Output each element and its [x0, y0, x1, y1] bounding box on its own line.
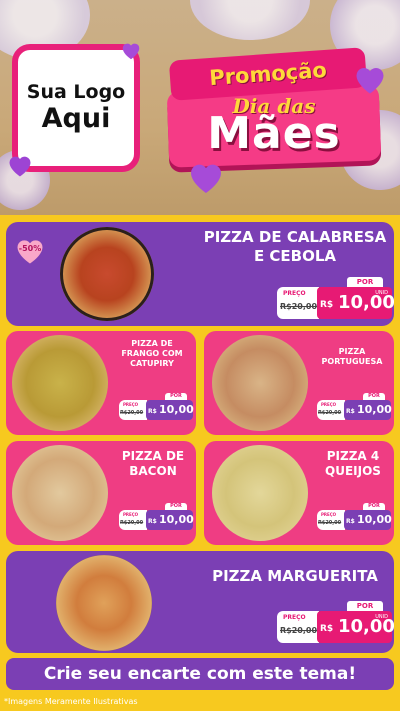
product-name: PIZZA DE CALABRESA E CEBOLA: [203, 228, 387, 265]
banner-title: Promoção: [208, 57, 328, 91]
old-price: R$20,00: [120, 520, 144, 526]
price-block: POR PREÇO R$20,00 R$ 10,00 UNID: [277, 277, 394, 321]
product-name: PIZZA MARGUERITA: [212, 567, 378, 585]
old-price-box: PREÇO R$20,00: [317, 510, 345, 530]
footnote: *Imagens Meramente Ilustrativas: [4, 697, 138, 706]
discount-label: -50%: [18, 244, 42, 253]
old-price-box: PREÇO R$20,00: [119, 510, 147, 530]
product-card[interactable]: PIZZA PORTUGUESA POR PREÇO R$20,00 R$ 10…: [204, 331, 394, 435]
pizza-image: [212, 445, 308, 541]
old-price-label: PREÇO: [321, 402, 337, 407]
old-price: R$20,00: [318, 410, 342, 416]
heart-icon: [9, 156, 31, 177]
por-label: POR: [165, 393, 187, 400]
unit-label: UNID: [375, 290, 388, 296]
por-label: POR: [363, 503, 385, 510]
old-price-label: PREÇO: [283, 614, 306, 621]
heart-icon: [122, 43, 140, 60]
currency: R$: [320, 300, 334, 310]
product-name: PIZZA PORTUGUESA: [321, 347, 383, 366]
old-price-box: PREÇO R$20,00: [119, 400, 147, 420]
new-price: 10,00: [159, 403, 194, 416]
old-price-label: PREÇO: [123, 512, 139, 517]
new-price-box: R$ 10,00: [344, 510, 392, 530]
heart-icon: [356, 68, 384, 94]
price-block: POR PREÇO R$20,00 R$ 10,00: [317, 503, 392, 531]
new-price: 10,00: [159, 513, 194, 526]
currency: R$: [346, 518, 355, 525]
logo-line1: Sua Logo: [26, 80, 126, 103]
product-name: PIZZA 4 QUEIJOS: [325, 449, 381, 478]
cta-text: Crie seu encarte com este tema!: [43, 664, 357, 684]
header: Sua Logo Aqui Promoção Dia das Mães: [0, 0, 400, 215]
new-price-box: R$ 10,00 UNID: [317, 611, 394, 643]
flower-decoration: [190, 0, 310, 40]
product-card[interactable]: -50% PIZZA DE CALABRESA E CEBOLA POR PRE…: [6, 222, 394, 326]
por-label: POR: [347, 277, 383, 287]
new-price-box: R$ 10,00 UNID: [317, 287, 394, 319]
banner-main: Mães: [207, 108, 341, 159]
old-price-box: PREÇO R$20,00: [277, 287, 319, 319]
por-label: POR: [165, 503, 187, 510]
old-price: R$20,00: [120, 410, 144, 416]
old-price-box: PREÇO R$20,00: [277, 611, 319, 643]
pizza-image: [12, 335, 108, 431]
product-card[interactable]: PIZZA 4 QUEIJOS POR PREÇO R$20,00 R$ 10,…: [204, 441, 394, 545]
price-block: POR PREÇO R$20,00 R$ 10,00 UNID: [277, 601, 394, 645]
por-label: POR: [347, 601, 383, 611]
currency: R$: [148, 408, 157, 415]
cta-banner[interactable]: Crie seu encarte com este tema!: [6, 658, 394, 690]
price-block: POR PREÇO R$20,00 R$ 10,00: [119, 503, 194, 531]
currency: R$: [148, 518, 157, 525]
old-price-label: PREÇO: [123, 402, 139, 407]
new-price-box: R$ 10,00: [146, 400, 194, 420]
product-card[interactable]: PIZZA DE FRANGO COM CATUPIRY POR PREÇO R…: [6, 331, 196, 435]
price-block: POR PREÇO R$20,00 R$ 10,00: [317, 393, 392, 421]
product-name: PIZZA DE FRANGO COM CATUPIRY: [121, 339, 183, 368]
product-card[interactable]: PIZZA DE BACON POR PREÇO R$20,00 R$ 10,0…: [6, 441, 196, 545]
new-price: 10,00: [357, 513, 392, 526]
price-block: POR PREÇO R$20,00 R$ 10,00: [119, 393, 194, 421]
new-price-box: R$ 10,00: [146, 510, 194, 530]
new-price: 10,00: [357, 403, 392, 416]
pizza-image: [12, 445, 108, 541]
pizza-image: [212, 335, 308, 431]
currency: R$: [346, 408, 355, 415]
heart-icon: [191, 164, 221, 193]
old-price: R$20,00: [280, 626, 318, 635]
por-label: POR: [363, 393, 385, 400]
old-price-label: PREÇO: [321, 512, 337, 517]
pizza-image: [60, 227, 154, 321]
new-price-box: R$ 10,00: [344, 400, 392, 420]
product-card[interactable]: PIZZA MARGUERITA POR PREÇO R$20,00 R$ 10…: [6, 551, 394, 653]
pizza-image: [56, 555, 152, 651]
old-price: R$20,00: [280, 302, 318, 311]
product-name: PIZZA DE BACON: [121, 449, 185, 478]
currency: R$: [320, 624, 334, 634]
old-price: R$20,00: [318, 520, 342, 526]
old-price-box: PREÇO R$20,00: [317, 400, 345, 420]
unit-label: UNID: [375, 614, 388, 620]
old-price-label: PREÇO: [283, 290, 306, 297]
logo-line2: Aqui: [41, 103, 111, 135]
